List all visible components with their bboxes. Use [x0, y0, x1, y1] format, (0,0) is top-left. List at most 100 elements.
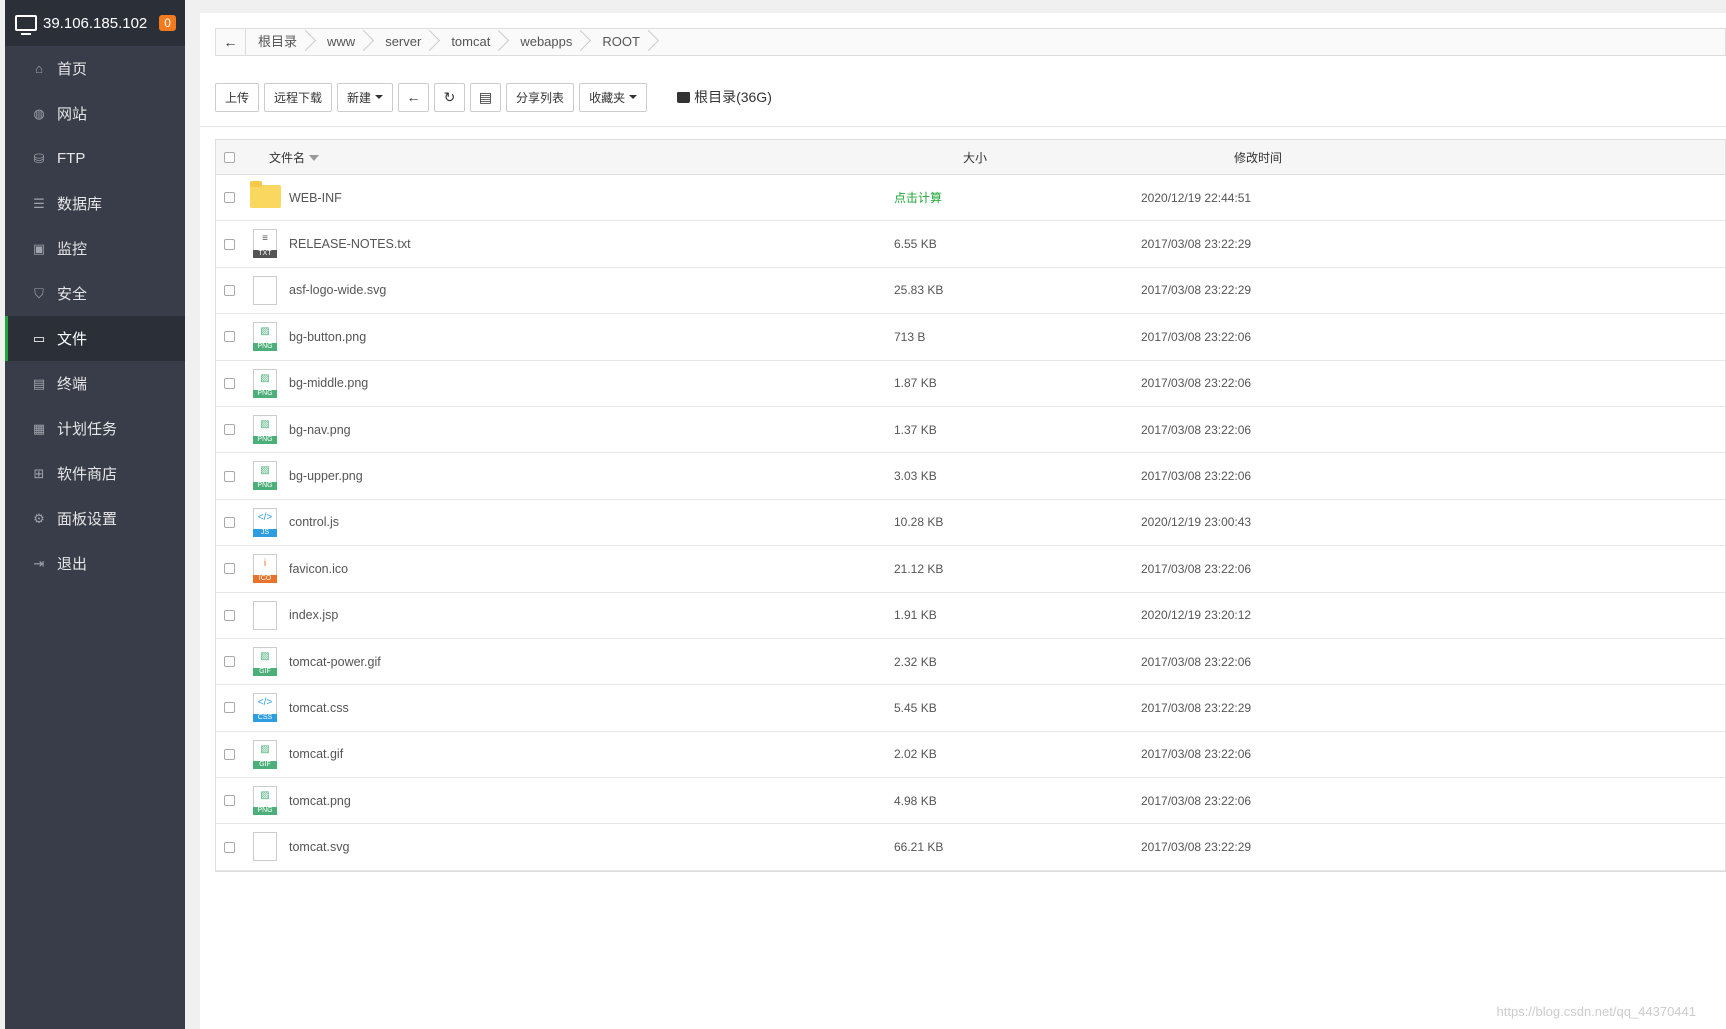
sidebar-item-3[interactable]: ☰ 数据库 — [5, 181, 185, 226]
table-row[interactable]: WEB-INF 点击计算 2020/12/19 22:44:51 — [216, 175, 1725, 222]
file-type-glyph: ▨ — [260, 326, 270, 338]
table-row[interactable]: ≡ TXT RELEASE-NOTES.txt 6.55 KB 2017/03/08 2… — [216, 221, 1725, 268]
file-size: 21.12 KB — [894, 561, 944, 576]
file-name[interactable]: control.js — [289, 515, 339, 529]
row-checkbox[interactable] — [224, 563, 235, 575]
sidebar-item-label: 首页 — [57, 61, 88, 78]
row-checkbox[interactable] — [224, 609, 235, 621]
sidebar-item-label: 监控 — [57, 241, 88, 258]
table-row[interactable]: index.jsp 1.91 KB 2020/12/19 23:20:12 — [216, 593, 1725, 639]
row-checkbox[interactable] — [224, 795, 235, 807]
breadcrumb-item[interactable]: webapps — [508, 29, 590, 55]
file-name[interactable]: RELEASE-NOTES.txt — [289, 237, 411, 251]
table-row[interactable]: ▨ PNG bg-middle.png 1.87 KB 2017/03/08 23:22… — [216, 361, 1725, 407]
back-arrow-icon[interactable]: ← — [216, 29, 246, 55]
file-name[interactable]: asf-logo-wide.svg — [289, 283, 386, 297]
sidebar-item-5[interactable]: ⛉ 安全 — [5, 271, 185, 316]
table-row[interactable]: </> CSS tomcat.css 5.45 KB 2017/03/08 23:22:… — [216, 685, 1725, 732]
monitor-icon — [15, 15, 37, 35]
breadcrumb-item[interactable]: www — [315, 29, 373, 55]
table-row[interactable]: ▨ PNG tomcat.png 4.98 KB 2017/03/08 23:22:06 — [216, 778, 1725, 825]
file-icon: ▨ PNG — [253, 368, 277, 398]
sidebar-item-4[interactable]: ▣ 监控 — [5, 226, 185, 271]
table-row[interactable]: i ICO favicon.ico 21.12 KB 2017/03/08 23:22:… — [216, 546, 1725, 593]
row-checkbox[interactable] — [224, 841, 235, 853]
table-row[interactable]: ▨ PNG bg-nav.png 1.37 KB 2017/03/08 23:22:06 — [216, 407, 1725, 454]
file-name[interactable]: tomcat-power.gif — [289, 655, 381, 669]
sidebar-item-2[interactable]: ⛁ FTP — [5, 136, 185, 181]
sidebar-item-10[interactable]: ⚙ 面板设置 — [5, 496, 185, 541]
home-icon: ⌂ — [35, 61, 43, 76]
column-time[interactable]: 修改时间 — [1234, 149, 1282, 166]
breadcrumb-item[interactable]: tomcat — [439, 29, 508, 55]
file-icon: ≡ TXT — [253, 229, 277, 259]
breadcrumb-item[interactable]: ROOT — [590, 29, 658, 55]
file-name[interactable]: tomcat.svg — [289, 840, 349, 854]
disk-info[interactable]: 根目录(36G) — [677, 87, 772, 107]
file-name[interactable]: tomcat.png — [289, 794, 351, 808]
notification-badge[interactable]: 0 — [159, 15, 176, 31]
row-checkbox[interactable] — [224, 331, 235, 343]
file-size: 4.98 KB — [894, 793, 937, 808]
terminal-button[interactable]: ▤ — [470, 82, 502, 112]
refresh-icon: ↻ — [443, 88, 456, 105]
sidebar-item-6[interactable]: ▭ 文件 — [5, 316, 185, 361]
sidebar-item-11[interactable]: ⇥ 退出 — [5, 541, 185, 586]
upload-button[interactable]: 上传 — [215, 82, 260, 112]
table-row[interactable]: asf-logo-wide.svg 25.83 KB 2017/03/08 23:2… — [216, 268, 1725, 315]
row-checkbox[interactable] — [224, 238, 235, 250]
favorites-button[interactable]: 收藏夹 — [579, 82, 648, 112]
sidebar-item-7[interactable]: ▤ 终端 — [5, 361, 185, 406]
file-name[interactable]: bg-nav.png — [289, 423, 351, 437]
table-row[interactable]: </> JS control.js 10.28 KB 2020/12/19 23:00:… — [216, 500, 1725, 547]
row-checkbox[interactable] — [224, 377, 235, 389]
row-checkbox[interactable] — [224, 470, 235, 482]
new-button[interactable]: 新建 — [337, 82, 394, 112]
file-name[interactable]: bg-button.png — [289, 330, 366, 344]
back-button[interactable]: ← — [398, 82, 430, 112]
file-icon: ▨ GIF — [253, 739, 277, 769]
file-type-label: JS — [253, 528, 277, 537]
table-row[interactable]: tomcat.svg 66.21 KB 2017/03/08 23:22:29 — [216, 824, 1725, 871]
file-name[interactable]: favicon.ico — [289, 562, 348, 576]
file-name[interactable]: bg-upper.png — [289, 469, 363, 483]
file-type-label: GIF — [253, 667, 277, 676]
row-checkbox[interactable] — [224, 424, 235, 436]
select-all-checkbox[interactable] — [224, 151, 235, 163]
table-row[interactable]: ▨ GIF tomcat-power.gif 2.32 KB 2017/03/08 23… — [216, 639, 1725, 686]
breadcrumb: ← 根目录 www server tomcat webapps ROOT — [215, 28, 1726, 56]
row-checkbox[interactable] — [224, 284, 235, 296]
calculate-size-link[interactable]: 点击计算 — [894, 189, 942, 206]
file-name[interactable]: tomcat.gif — [289, 747, 343, 761]
column-size[interactable]: 大小 — [963, 149, 987, 166]
sidebar-item-label: 文件 — [57, 331, 88, 348]
sidebar-item-8[interactable]: ▦ 计划任务 — [5, 406, 185, 451]
row-checkbox[interactable] — [224, 192, 235, 204]
remote-download-button[interactable]: 远程下载 — [264, 82, 333, 112]
row-checkbox[interactable] — [224, 656, 235, 668]
file-name[interactable]: bg-middle.png — [289, 376, 368, 390]
file-size: 6.55 KB — [894, 237, 937, 252]
file-type-glyph: ▨ — [260, 465, 270, 477]
table-row[interactable]: ▨ PNG bg-upper.png 3.03 KB 2017/03/08 23:22:… — [216, 453, 1725, 500]
row-checkbox[interactable] — [224, 516, 235, 528]
table-row[interactable]: ▨ PNG bg-button.png 713 B 2017/03/08 23:22:0… — [216, 314, 1725, 361]
refresh-button[interactable]: ↻ — [434, 82, 466, 112]
file-name[interactable]: WEB-INF — [289, 191, 342, 205]
terminal-icon: ▤ — [478, 88, 493, 105]
logout-icon: ⇥ — [33, 555, 45, 571]
breadcrumb-item[interactable]: 根目录 — [246, 29, 315, 55]
column-name[interactable]: 文件名 — [269, 149, 320, 166]
file-size: 25.83 KB — [894, 283, 944, 298]
breadcrumb-item[interactable]: server — [373, 29, 439, 55]
server-header[interactable]: 39.106.185.102 0 — [5, 0, 185, 46]
row-checkbox[interactable] — [224, 748, 235, 760]
sidebar-item-9[interactable]: ⊞ 软件商店 — [5, 451, 185, 496]
file-name[interactable]: tomcat.css — [289, 701, 349, 715]
sidebar-item-1[interactable]: ◍ 网站 — [5, 91, 185, 136]
table-row[interactable]: ▨ GIF tomcat.gif 2.02 KB 2017/03/08 23:22:06 — [216, 732, 1725, 779]
file-name[interactable]: index.jsp — [289, 608, 338, 622]
share-list-button[interactable]: 分享列表 — [506, 82, 575, 112]
row-checkbox[interactable] — [224, 702, 235, 714]
sidebar-item-0[interactable]: ⌂ 首页 — [5, 46, 185, 91]
